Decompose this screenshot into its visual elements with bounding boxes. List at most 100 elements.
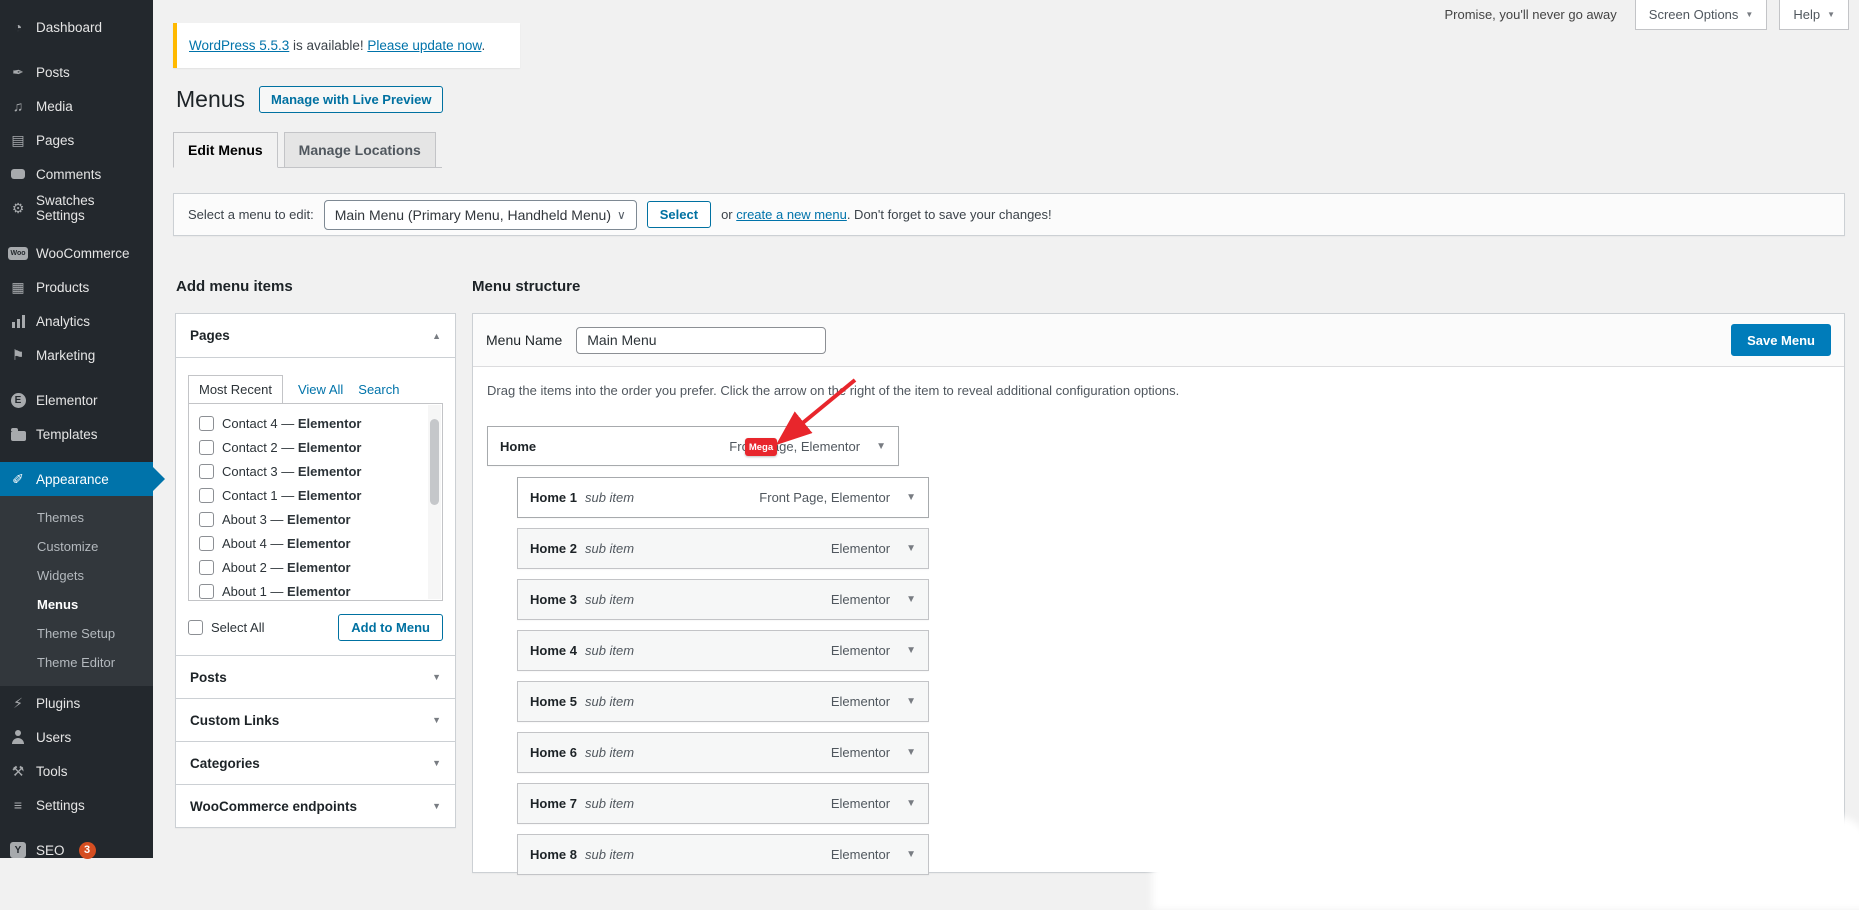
add-to-menu-button[interactable]: Add to Menu: [338, 614, 443, 641]
sidebar-item-swatches-settings[interactable]: ⚙ Swatches Settings: [0, 191, 153, 225]
select-menu-button[interactable]: Select: [646, 201, 712, 228]
sidebar-item-templates[interactable]: Templates: [0, 417, 153, 451]
checkbox[interactable]: [199, 535, 214, 551]
scrollbar-track[interactable]: [428, 405, 441, 599]
menu-item-type-note: Elementor: [830, 847, 891, 862]
menu-item-home-2[interactable]: Home 2 sub item Elementor ▼: [517, 528, 929, 569]
chevron-down-icon[interactable]: ▼: [906, 492, 916, 503]
checkbox[interactable]: [199, 415, 214, 431]
scrollbar-thumb[interactable]: [430, 419, 439, 505]
sidebar-item-marketing[interactable]: ⚑ Marketing: [0, 338, 153, 372]
menu-item-home-7[interactable]: Home 7 sub item Elementor ▼: [517, 783, 929, 824]
sidebar-subitem-theme-editor[interactable]: Theme Editor: [0, 648, 153, 677]
sidebar-item-dashboard[interactable]: ◔ Dashboard: [0, 10, 153, 44]
select-all-control[interactable]: Select All: [188, 620, 264, 635]
sidebar-subitem-menus[interactable]: Menus: [0, 590, 153, 619]
menu-item-home-1[interactable]: Home 1 sub item Front Page, Elementor ▼: [517, 477, 929, 518]
chevron-down-icon[interactable]: ▼: [906, 594, 916, 605]
chevron-down-icon: ▼: [1827, 10, 1835, 19]
accordion-custom-links-header[interactable]: Custom Links ▼: [176, 698, 455, 741]
chevron-down-icon[interactable]: ▼: [876, 441, 886, 452]
menu-name-input[interactable]: [576, 326, 827, 354]
wordpress-version-link[interactable]: WordPress 5.5.3: [189, 38, 289, 53]
menu-item-type-note: Elementor: [830, 643, 891, 658]
checkbox[interactable]: [199, 511, 214, 527]
sidebar-item-woocommerce[interactable]: Woo WooCommerce: [0, 236, 153, 270]
sidebar-item-plugins[interactable]: ⚡ Plugins: [0, 686, 153, 720]
menu-item-type-note: Elementor: [830, 694, 891, 709]
sidebar-item-comments[interactable]: Comments: [0, 157, 153, 191]
page-item-label: About 1 — Elementor: [222, 583, 351, 599]
tab-edit-menus[interactable]: Edit Menus: [173, 132, 278, 168]
update-now-link[interactable]: Please update now: [367, 38, 481, 53]
help-button[interactable]: Help ▼: [1779, 0, 1849, 30]
swatches-settings-icon: ⚙: [11, 199, 25, 216]
sidebar-item-analytics[interactable]: Analytics: [0, 304, 153, 338]
sidebar-item-products[interactable]: ▦ Products: [0, 270, 153, 304]
sidebar-item-media[interactable]: ♫ Media: [0, 89, 153, 123]
checkbox[interactable]: [199, 487, 214, 503]
menu-item-title: Home 4: [530, 643, 577, 658]
tab-manage-locations[interactable]: Manage Locations: [283, 132, 436, 167]
tab-most-recent[interactable]: Most Recent: [188, 375, 283, 404]
menu-select-label: Select a menu to edit:: [188, 207, 314, 222]
manage-live-preview-button[interactable]: Manage with Live Preview: [259, 86, 444, 113]
sidebar-item-elementor[interactable]: E Elementor: [0, 383, 153, 417]
menu-item-home-3[interactable]: Home 3 sub item Elementor ▼: [517, 579, 929, 620]
sidebar-item-seo[interactable]: Y SEO 3: [0, 833, 153, 867]
checkbox[interactable]: [199, 439, 214, 455]
sidebar-subitem-theme-setup[interactable]: Theme Setup: [0, 619, 153, 648]
chevron-down-icon[interactable]: ▼: [906, 798, 916, 809]
sidebar-item-label: Media: [36, 98, 73, 114]
accordion-posts-header[interactable]: Posts ▼: [176, 655, 455, 698]
sidebar-item-users[interactable]: Users: [0, 720, 153, 754]
drag-instructions: Drag the items into the order you prefer…: [487, 383, 1180, 398]
screen-options-button[interactable]: Screen Options ▼: [1634, 0, 1768, 30]
menu-structure-heading: Menu structure: [472, 278, 581, 295]
accordion-categories-header[interactable]: Categories ▼: [176, 741, 455, 784]
tab-search[interactable]: Search: [358, 382, 399, 397]
sidebar-item-label: WooCommerce: [36, 245, 130, 261]
chevron-down-icon[interactable]: ▼: [906, 645, 916, 656]
sidebar-subitem-widgets[interactable]: Widgets: [0, 561, 153, 590]
chevron-down-icon[interactable]: ▼: [906, 543, 916, 554]
chevron-down-icon[interactable]: ▼: [906, 696, 916, 707]
create-new-menu-link[interactable]: create a new menu: [736, 207, 847, 222]
admin-sidebar: ◔ Dashboard ✒ Posts ♫ Media ▤ Pages Comments ⚙ Swa…: [0, 0, 165, 859]
sidebar-subitem-themes[interactable]: Themes: [0, 503, 153, 532]
sidebar-item-label: Swatches Settings: [36, 193, 95, 223]
sidebar-subitem-customize[interactable]: Customize: [0, 532, 153, 561]
checkbox[interactable]: [199, 463, 214, 479]
chevron-down-icon[interactable]: ▼: [906, 849, 916, 860]
save-menu-button[interactable]: Save Menu: [1731, 324, 1831, 356]
menu-item-home-5[interactable]: Home 5 sub item Elementor ▼: [517, 681, 929, 722]
menu-item-home-4[interactable]: Home 4 sub item Elementor ▼: [517, 630, 929, 671]
menu-select-dropdown[interactable]: Main Menu (Primary Menu, Handheld Menu) …: [323, 199, 637, 230]
checkbox[interactable]: [199, 583, 214, 599]
menu-item-title: Home: [500, 438, 537, 454]
chevron-down-icon[interactable]: ▼: [906, 747, 916, 758]
add-menu-items-heading: Add menu items: [176, 278, 293, 295]
menu-item-home-6[interactable]: Home 6 sub item Elementor ▼: [517, 732, 929, 773]
media-icon: ♫: [12, 98, 24, 114]
sidebar-item-appearance[interactable]: ✐ Appearance: [0, 462, 165, 496]
sidebar-item-settings[interactable]: ≡ Settings: [0, 788, 153, 822]
page-checklist-item: Contact 2 — Elementor: [199, 435, 422, 459]
select-all-checkbox[interactable]: [188, 620, 203, 635]
dashboard-icon: ◔: [13, 19, 23, 35]
pages-checklist: Contact 4 — Elementor Contact 2 — Element…: [188, 403, 443, 601]
topbar: Promise, you'll never go away Screen Opt…: [1444, 0, 1849, 30]
menu-item-subitem-label: sub item: [584, 541, 635, 556]
accordion-pages-header[interactable]: Pages ▲: [176, 314, 455, 357]
tools-icon: ⚒: [11, 762, 25, 779]
menu-item-home-8[interactable]: Home 8 sub item Elementor ▼: [517, 834, 929, 875]
sidebar-item-posts[interactable]: ✒ Posts: [0, 55, 153, 89]
checkbox[interactable]: [199, 559, 214, 575]
sidebar-item-tools[interactable]: ⚒ Tools: [0, 754, 153, 788]
promo-text: Promise, you'll never go away: [1444, 7, 1617, 22]
tab-view-all[interactable]: View All: [298, 382, 343, 397]
sidebar-item-label: Marketing: [36, 347, 96, 363]
accordion-woocommerce-endpoints-header[interactable]: WooCommerce endpoints ▼: [176, 784, 455, 827]
sidebar-item-pages[interactable]: ▤ Pages: [0, 123, 153, 157]
menu-item-title: Home 2: [530, 541, 577, 556]
